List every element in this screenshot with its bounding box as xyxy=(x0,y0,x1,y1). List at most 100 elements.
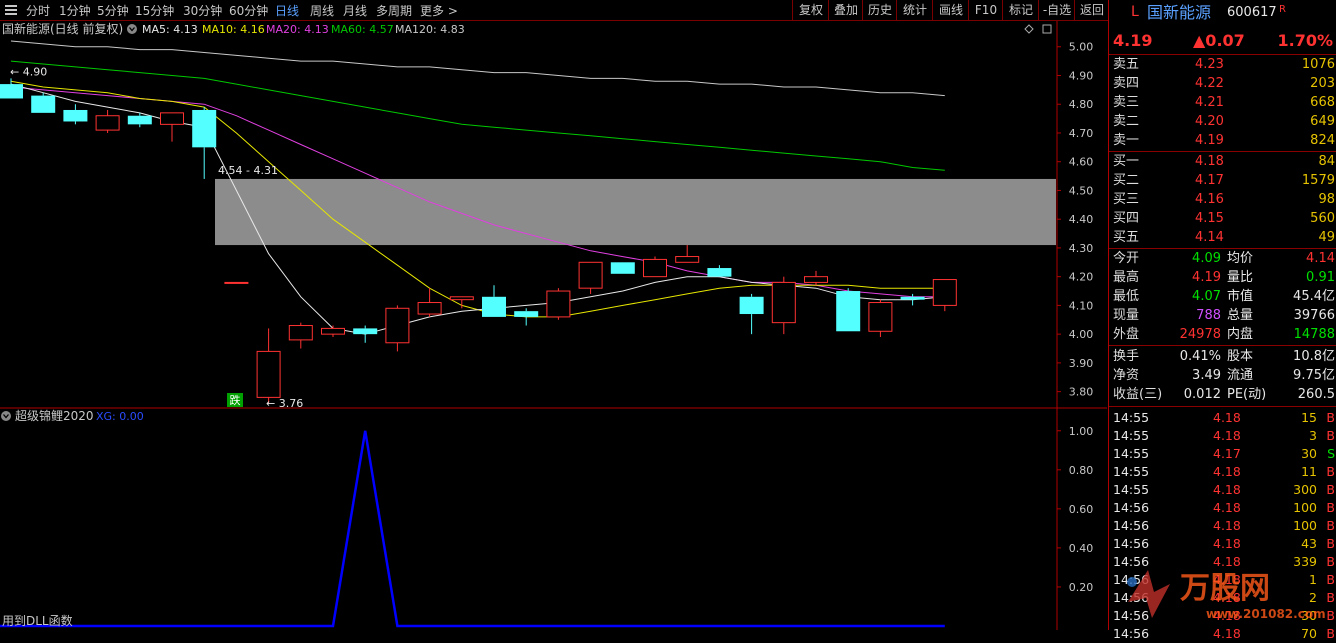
timeframe-tab[interactable]: 多周期 xyxy=(376,2,412,19)
stat-row: 最低 4.07 市值 45.4亿 xyxy=(1109,287,1336,306)
ask-label: 卖四 xyxy=(1113,76,1140,91)
stat-label: 量比 xyxy=(1227,270,1254,285)
candle[interactable] xyxy=(31,92,56,113)
tick-time: 14:55 xyxy=(1113,482,1150,497)
tick-time: 14:56 xyxy=(1113,500,1150,515)
candle[interactable] xyxy=(610,262,635,274)
candle[interactable] xyxy=(321,325,345,338)
timeframe-tab[interactable]: 分时 xyxy=(26,2,50,19)
candle[interactable] xyxy=(771,276,796,335)
candle[interactable] xyxy=(739,293,764,335)
tick-side: B xyxy=(1326,536,1335,551)
svg-text:跌: 跌 xyxy=(230,393,241,407)
diamond-icon[interactable] xyxy=(1024,24,1034,34)
toolbar-button[interactable]: 叠加 xyxy=(828,0,863,20)
candle[interactable] xyxy=(63,104,88,125)
toolbar-button[interactable]: 统计 xyxy=(896,0,933,20)
high-price-label: ← 4.90 xyxy=(10,65,47,78)
tick-price: 4.18 xyxy=(1213,464,1241,479)
fundamental-label: 股本 xyxy=(1227,349,1254,364)
candle[interactable] xyxy=(449,296,474,309)
indicator-footer: 用到DLL函数 xyxy=(2,613,73,628)
window-icon[interactable] xyxy=(1042,24,1052,34)
candle[interactable] xyxy=(804,270,828,286)
candle[interactable] xyxy=(353,325,378,343)
candle[interactable] xyxy=(578,261,603,294)
candle[interactable] xyxy=(675,245,700,263)
stat-value: 4.07 xyxy=(1192,289,1221,304)
candle[interactable] xyxy=(288,322,313,349)
tick-time: 14:55 xyxy=(1113,410,1150,425)
kline-chart[interactable]: 5.00 4.90 4.80 4.70 4.60 4.50 4.40 4.30 4.20 4.10… xyxy=(0,21,1108,630)
ask-row: 卖三 4.21 668 xyxy=(1109,93,1336,112)
price-row: 4.19 ▲0.07 1.70% xyxy=(1109,31,1336,53)
bid-volume: 49 xyxy=(1318,230,1335,245)
stat-value: 45.4亿 xyxy=(1293,289,1335,304)
timeframe-tab[interactable]: 月线 xyxy=(343,2,367,19)
ask-row: 卖四 4.22 203 xyxy=(1109,74,1336,93)
candle[interactable] xyxy=(836,288,861,332)
indicator-collapse-icon[interactable] xyxy=(1,411,11,421)
price-tick-label: 4.90 xyxy=(1069,69,1094,82)
fall-badge: 跌 xyxy=(227,393,243,407)
bid-label: 买三 xyxy=(1113,192,1140,207)
menu-icon[interactable] xyxy=(4,3,18,17)
price-tick-label: 4.30 xyxy=(1069,242,1094,255)
candle[interactable] xyxy=(385,305,410,352)
fundamental-value: 9.75亿 xyxy=(1293,368,1335,383)
ask-row: 卖一 4.19 824 xyxy=(1109,131,1336,150)
stat-value: 4.14 xyxy=(1306,251,1335,266)
timeframe-tab[interactable]: 日线 xyxy=(275,2,299,19)
toolbar-button[interactable]: 历史 xyxy=(862,0,897,20)
toolbar-button[interactable]: 标记 xyxy=(1002,0,1039,20)
candle[interactable] xyxy=(482,285,506,317)
stat-value: 24978 xyxy=(1179,327,1221,342)
candle[interactable] xyxy=(932,279,957,312)
ask-label: 卖一 xyxy=(1113,133,1140,148)
tick-price: 4.18 xyxy=(1213,428,1241,443)
timeframe-tab[interactable]: 1分钟 xyxy=(59,2,91,19)
candle[interactable] xyxy=(224,281,249,284)
timeframe-tab[interactable]: 更多 > xyxy=(420,2,458,19)
candle[interactable] xyxy=(256,328,281,404)
toolbar-button[interactable]: 复权 xyxy=(792,0,829,20)
stat-label: 均价 xyxy=(1227,251,1254,266)
candle[interactable] xyxy=(95,109,120,133)
timeframe-tab[interactable]: 15分钟 xyxy=(135,2,174,19)
ask-price: 4.19 xyxy=(1195,133,1224,148)
indicator-tick-label: 1.00 xyxy=(1069,425,1094,438)
price-tick-label: 3.90 xyxy=(1069,357,1094,370)
price-tick-label: 4.20 xyxy=(1069,271,1094,284)
toolbar-button[interactable]: 画线 xyxy=(932,0,969,20)
candle[interactable] xyxy=(707,265,732,277)
price-tick-label: 4.40 xyxy=(1069,213,1094,226)
tick-price: 4.18 xyxy=(1213,518,1241,533)
toolbar-button[interactable]: 返回 xyxy=(1074,0,1109,20)
candle[interactable] xyxy=(160,112,184,142)
candle[interactable] xyxy=(0,78,23,99)
collapse-icon[interactable] xyxy=(127,24,137,34)
toolbar-button[interactable]: F10 xyxy=(968,0,1003,20)
price-tick-label: 4.80 xyxy=(1069,98,1094,111)
candle[interactable] xyxy=(192,107,217,179)
bid-row: 买三 4.16 98 xyxy=(1109,190,1336,209)
timeframe-tab[interactable]: 60分钟 xyxy=(229,2,268,19)
signal-line xyxy=(0,430,945,628)
candle[interactable] xyxy=(643,256,667,278)
fundamental-value: 10.8亿 xyxy=(1293,349,1335,364)
timeframe-tab[interactable]: 30分钟 xyxy=(183,2,222,19)
candle[interactable] xyxy=(514,308,539,326)
ask-row: 卖二 4.20 649 xyxy=(1109,112,1336,131)
candle[interactable] xyxy=(868,299,893,338)
last-price: 4.19 xyxy=(1113,31,1153,50)
legend-ma20: MA20: 4.13 xyxy=(266,23,329,36)
timeframe-tab[interactable]: 周线 xyxy=(310,2,334,19)
tick-row: 14:56 4.18 100 B xyxy=(1109,517,1336,535)
tick-side: B xyxy=(1326,482,1335,497)
stat-value: 788 xyxy=(1196,308,1221,323)
toolbar-button[interactable]: -自选 xyxy=(1038,0,1075,20)
chart-title: 国新能源(日线 前复权) xyxy=(2,21,123,36)
timeframe-tab[interactable]: 5分钟 xyxy=(97,2,129,19)
watermark-brand: 万股网 xyxy=(1180,571,1270,606)
candle[interactable] xyxy=(546,288,571,320)
